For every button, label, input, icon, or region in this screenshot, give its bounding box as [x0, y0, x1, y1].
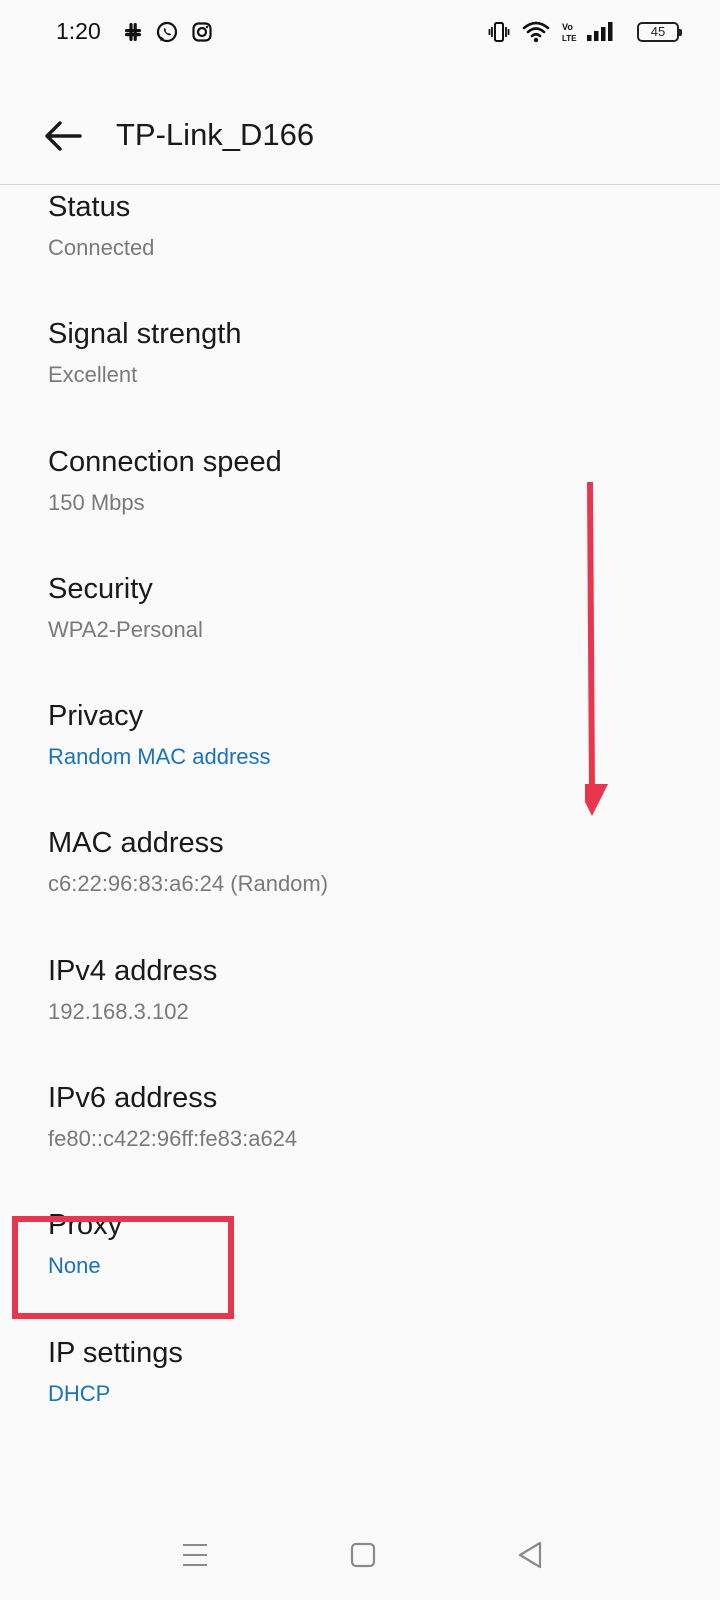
- wifi-icon: [522, 21, 550, 43]
- detail-label: Status: [48, 191, 131, 223]
- volte-icon: Vo LTE: [562, 22, 577, 43]
- detail-status: Status Connected: [48, 189, 154, 263]
- detail-value: 150 Mbps: [48, 490, 145, 515]
- app-bar: TP-Link_D166: [0, 90, 720, 185]
- page-title: TP-Link_D166: [116, 117, 315, 152]
- detail-value: fe80::c422:96ff:fe83:a624: [48, 1126, 298, 1151]
- detail-value: WPA2-Personal: [48, 617, 203, 642]
- svg-text:Vo: Vo: [562, 22, 573, 32]
- proxy-highlight-box: [12, 1216, 234, 1319]
- detail-label: Signal strength: [48, 318, 242, 350]
- detail-ipv6-address: IPv6 address fe80::c422:96ff:fe83:a624: [48, 1080, 297, 1154]
- menu-icon[interactable]: [180, 1540, 210, 1570]
- vibrate-icon: [488, 22, 510, 42]
- navigation-bar: [0, 1540, 720, 1600]
- detail-connection-speed: Connection speed 150 Mbps: [48, 444, 282, 518]
- slack-icon: [125, 23, 141, 41]
- detail-privacy[interactable]: Privacy Random MAC address: [48, 698, 271, 772]
- detail-value: Connected: [48, 235, 155, 260]
- detail-value: DHCP: [48, 1381, 111, 1406]
- arrow-left-icon[interactable]: [40, 112, 88, 160]
- detail-label: Security: [48, 573, 153, 605]
- detail-label: Privacy: [48, 700, 144, 732]
- status-bar: 1:20 Vo LTE 45: [0, 0, 720, 64]
- detail-label: Connection speed: [48, 446, 282, 478]
- detail-value: c6:22:96:83:a6:24 (Random): [48, 871, 329, 896]
- detail-label: IPv6 address: [48, 1082, 218, 1114]
- scroll-down-arrow-icon: [585, 481, 608, 816]
- instagram-icon: [192, 22, 212, 42]
- detail-label: IPv4 address: [48, 955, 218, 987]
- detail-ipv4-address: IPv4 address 192.168.3.102: [48, 953, 217, 1027]
- back-triangle-icon[interactable]: [515, 1540, 545, 1570]
- detail-label: MAC address: [48, 827, 224, 859]
- detail-mac-address: MAC address c6:22:96:83:a6:24 (Random): [48, 825, 328, 899]
- detail-label: IP settings: [48, 1337, 183, 1369]
- signal-icon: [587, 22, 613, 41]
- detail-value: Excellent: [48, 362, 138, 387]
- detail-signal-strength: Signal strength Excellent: [48, 316, 241, 390]
- home-icon[interactable]: [348, 1540, 378, 1570]
- status-time: 1:20: [56, 18, 101, 44]
- detail-ip-settings[interactable]: IP settings DHCP: [48, 1335, 183, 1409]
- detail-value: Random MAC address: [48, 744, 271, 769]
- whatsapp-icon: [156, 21, 178, 43]
- detail-security: Security WPA2-Personal: [48, 571, 203, 645]
- battery-icon: 45: [637, 22, 682, 42]
- detail-value: 192.168.3.102: [48, 999, 189, 1024]
- svg-text:LTE: LTE: [562, 34, 577, 43]
